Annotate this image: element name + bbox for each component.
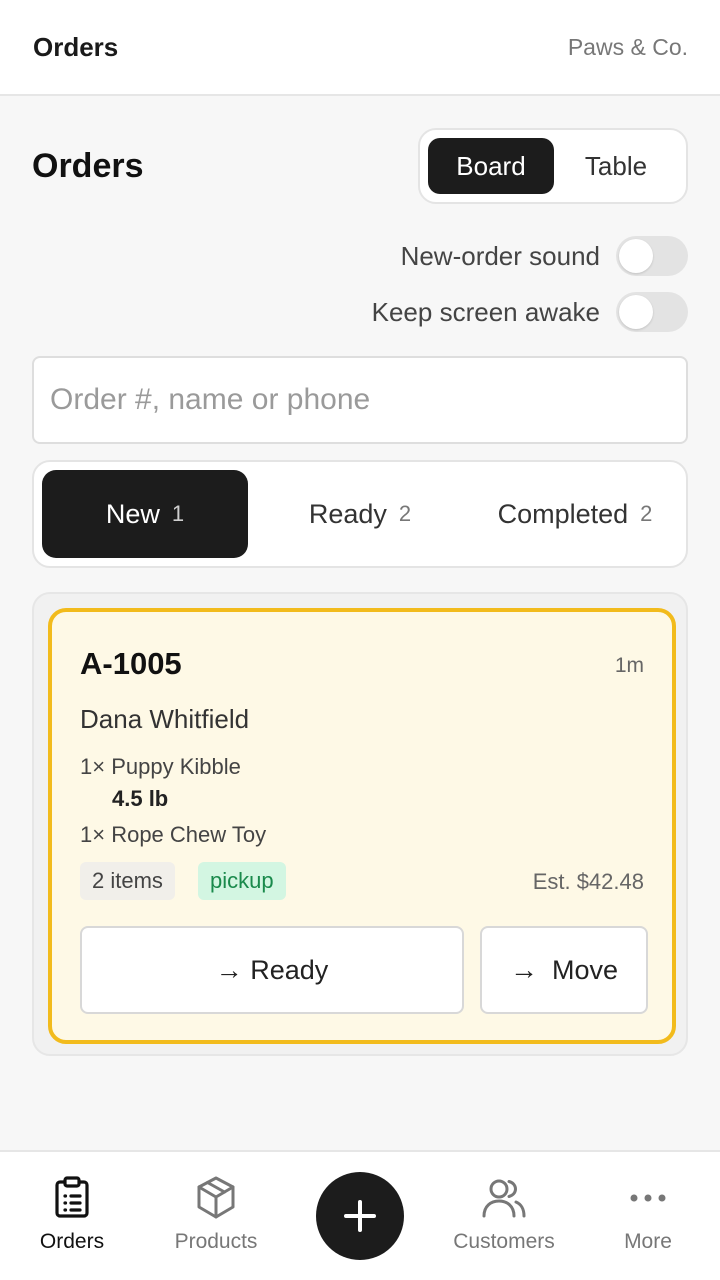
- line-item-variant: 4.5 lb: [112, 786, 169, 811]
- line-item: 1× Puppy Kibble: [80, 754, 241, 779]
- order-id: A-1005: [80, 646, 182, 681]
- items-count-badge: 2 items: [80, 862, 175, 900]
- new-order-sound-toggle[interactable]: [616, 236, 688, 276]
- tab-ready[interactable]: Ready 2: [248, 470, 472, 558]
- order-age: 1m: [614, 654, 644, 677]
- move-label: Move: [551, 954, 619, 985]
- keep-awake-setting: Keep screen awake: [372, 292, 688, 332]
- board-column-new: A-1005 1m Dana Whitfield 1× Puppy Kibble…: [32, 592, 688, 1056]
- keep-awake-toggle[interactable]: [616, 292, 688, 332]
- order-estimate: Est. $42.48: [532, 869, 644, 894]
- nav-label: More: [624, 1230, 672, 1253]
- tab-new[interactable]: New 1: [42, 470, 248, 558]
- nav-more[interactable]: More: [588, 1174, 708, 1254]
- more-dots-icon: [630, 1194, 666, 1202]
- toggle-knob: [619, 295, 653, 329]
- tab-label: Ready: [308, 498, 387, 529]
- store-name: Paws & Co.: [567, 33, 688, 60]
- new-order-sound-setting: New-order sound: [401, 236, 688, 276]
- nav-label: Products: [174, 1230, 258, 1253]
- add-order-button[interactable]: [316, 1172, 404, 1260]
- tab-label: New: [105, 498, 160, 529]
- nav-label: Orders: [39, 1230, 105, 1253]
- fulfillment-badge: pickup: [198, 862, 286, 900]
- users-icon: [482, 1179, 526, 1218]
- status-tabs: New 1 Ready 2 Completed 2: [32, 460, 688, 568]
- keep-awake-label: Keep screen awake: [371, 296, 600, 327]
- new-order-sound-label: New-order sound: [400, 240, 600, 271]
- package-icon: [197, 1176, 235, 1219]
- board-view-button[interactable]: Board: [428, 138, 554, 194]
- view-toggle: Board Table: [418, 128, 688, 204]
- app-title: Orders: [33, 31, 119, 62]
- order-search: [32, 356, 688, 444]
- line-item: 1× Rope Chew Toy: [80, 822, 267, 847]
- tab-count: 2: [398, 501, 412, 526]
- tab-completed[interactable]: Completed 2: [472, 470, 678, 558]
- bottom-nav: Orders Products Customers More: [0, 1150, 720, 1280]
- mark-ready-button[interactable]: → Ready: [80, 926, 464, 1014]
- toggle-knob: [619, 239, 653, 273]
- nav-products[interactable]: Products: [156, 1174, 276, 1254]
- nav-customers[interactable]: Customers: [444, 1174, 564, 1254]
- nav-orders[interactable]: Orders: [12, 1174, 132, 1254]
- move-button[interactable]: → Move: [480, 926, 648, 1014]
- page-header: Orders Board Table: [32, 128, 688, 204]
- order-card[interactable]: A-1005 1m Dana Whitfield 1× Puppy Kibble…: [48, 608, 676, 1044]
- nav-label: Customers: [453, 1230, 555, 1253]
- tab-count: 1: [171, 501, 185, 526]
- tab-count: 2: [640, 501, 653, 526]
- customer-name: Dana Whitfield: [80, 704, 250, 734]
- plus-icon: [344, 1200, 376, 1232]
- search-input[interactable]: [50, 383, 670, 417]
- top-bar: Orders Paws & Co.: [0, 0, 720, 96]
- arrow-right-icon: →: [509, 954, 538, 985]
- tab-label: Completed: [497, 498, 629, 529]
- page-title: Orders: [32, 146, 144, 185]
- table-view-button[interactable]: Table: [554, 138, 678, 194]
- clipboard-icon: [55, 1176, 89, 1218]
